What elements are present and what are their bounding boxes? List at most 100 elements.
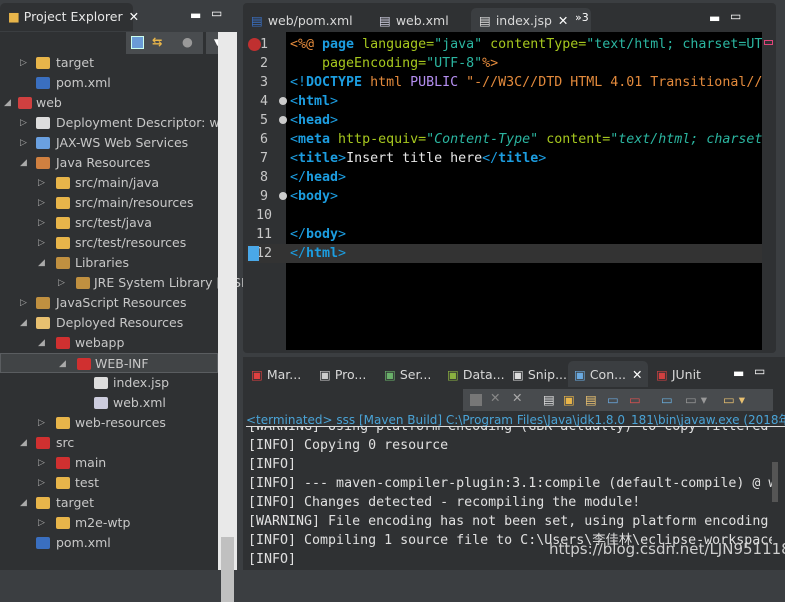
collapsed-arrow-icon[interactable]: ▷ bbox=[38, 173, 45, 193]
tree-item[interactable]: pom.xml bbox=[0, 73, 218, 93]
code-line[interactable]: 9 <body> bbox=[246, 187, 762, 206]
tree-item[interactable]: ◢ web bbox=[0, 93, 218, 113]
tree-item[interactable]: ◢ Libraries bbox=[0, 253, 218, 273]
fold-toggle-icon[interactable] bbox=[279, 192, 287, 200]
tree-item[interactable]: ◢ src bbox=[0, 433, 218, 453]
collapsed-arrow-icon[interactable]: ▷ bbox=[38, 473, 45, 493]
tree-item[interactable]: ◢ webapp bbox=[0, 333, 218, 353]
console-minimize-button[interactable]: ▬ bbox=[733, 366, 744, 380]
tree-item[interactable]: ◢ target bbox=[0, 493, 218, 513]
code-line[interactable]: 12 </html> bbox=[246, 244, 762, 263]
code-line[interactable]: 4 <html> bbox=[246, 92, 762, 111]
code-line[interactable]: 5 <head> bbox=[246, 111, 762, 130]
tree-item[interactable]: ◢ Deployed Resources bbox=[0, 313, 218, 333]
collapse-all-icon[interactable] bbox=[131, 36, 144, 49]
expanded-arrow-icon[interactable]: ◢ bbox=[4, 93, 11, 113]
fold-toggle-icon[interactable] bbox=[279, 116, 287, 124]
collapsed-arrow-icon[interactable]: ▷ bbox=[38, 513, 45, 533]
editor-tab[interactable]: ▤ web/pom.xml bbox=[243, 8, 367, 34]
tree-item[interactable]: ▷ test bbox=[0, 473, 218, 493]
tree-item[interactable]: ▷ src/main/resources bbox=[0, 193, 218, 213]
collapsed-arrow-icon[interactable]: ▷ bbox=[20, 293, 27, 313]
tree-item[interactable]: ◢ WEB-INF bbox=[0, 353, 218, 373]
code-line[interactable]: 11 </body> bbox=[246, 225, 762, 244]
tree-item[interactable]: ▷ m2e-wtp bbox=[0, 513, 218, 533]
console-tab[interactable]: ▣ Data... bbox=[441, 361, 505, 387]
console-tab[interactable]: ▣ Pro... bbox=[313, 361, 376, 387]
show-on-stdout-icon[interactable]: ▭ bbox=[607, 392, 619, 407]
collapsed-arrow-icon[interactable]: ▷ bbox=[38, 193, 45, 213]
tab-project-explorer[interactable]: ■ Project Explorer ✕ bbox=[0, 3, 139, 31]
collapsed-arrow-icon[interactable]: ▷ bbox=[38, 413, 45, 433]
collapsed-arrow-icon[interactable]: ▷ bbox=[20, 113, 27, 133]
collapsed-arrow-icon[interactable]: ▷ bbox=[58, 273, 65, 293]
editor-maximize-button[interactable]: ▭ bbox=[730, 9, 741, 23]
expanded-arrow-icon[interactable]: ◢ bbox=[20, 153, 27, 173]
collapsed-arrow-icon[interactable]: ▷ bbox=[38, 213, 45, 233]
error-icon[interactable] bbox=[248, 38, 261, 51]
word-wrap-icon[interactable]: ▤ bbox=[585, 392, 597, 407]
tree-item[interactable]: ▷ target bbox=[0, 53, 218, 73]
terminate-icon[interactable] bbox=[470, 394, 482, 406]
clear-console-icon[interactable]: ▤ bbox=[543, 392, 555, 407]
collapsed-arrow-icon[interactable]: ▷ bbox=[38, 453, 45, 473]
code-editor[interactable]: 1 <%@ page language="java" contentType="t… bbox=[246, 32, 762, 350]
tree-item[interactable]: ▷ Deployment Descriptor: web bbox=[0, 113, 235, 133]
show-on-stderr-icon[interactable]: ▭ bbox=[629, 392, 641, 407]
minimize-button[interactable]: ▬ bbox=[190, 8, 201, 22]
code-line[interactable]: 7 <title>Insert title here</title> bbox=[246, 149, 762, 168]
console-scrollbar[interactable] bbox=[772, 462, 778, 502]
code-line[interactable]: 8 </head> bbox=[246, 168, 762, 187]
tree-item[interactable]: ◢ Java Resources bbox=[0, 153, 218, 173]
tree-item[interactable]: web.xml bbox=[0, 393, 218, 413]
editor-tab[interactable]: ▤ web.xml bbox=[371, 8, 467, 34]
fold-toggle-icon[interactable] bbox=[279, 97, 287, 105]
tree-item[interactable]: ▷ main bbox=[0, 453, 218, 473]
expanded-arrow-icon[interactable]: ◢ bbox=[38, 333, 45, 353]
console-maximize-button[interactable]: ▭ bbox=[754, 364, 765, 378]
tree-item[interactable]: ▷ src/main/java bbox=[0, 173, 218, 193]
link-with-editor-icon[interactable]: ⇆ bbox=[152, 34, 162, 49]
code-line[interactable]: 10 bbox=[246, 206, 762, 225]
code-line[interactable]: 3 <!DOCTYPE html PUBLIC "-//W3C//DTD HTML… bbox=[246, 73, 762, 92]
code-line[interactable]: 6 <meta http-equiv="Content-Type" content… bbox=[246, 130, 762, 149]
expanded-arrow-icon[interactable]: ◢ bbox=[20, 433, 27, 453]
expanded-arrow-icon[interactable]: ◢ bbox=[38, 253, 45, 273]
filters-icon[interactable]: ● bbox=[182, 34, 193, 49]
collapsed-arrow-icon[interactable]: ▷ bbox=[38, 233, 45, 253]
close-icon[interactable]: ✕ bbox=[632, 367, 642, 382]
tree-item[interactable]: ▷ JavaScript Resources bbox=[0, 293, 218, 313]
explorer-scrollbar[interactable] bbox=[218, 32, 237, 602]
tree-item[interactable]: ▷ JAX-WS Web Services bbox=[0, 133, 218, 153]
remove-all-icon[interactable]: ✕ bbox=[512, 390, 522, 405]
code-line[interactable]: 1 <%@ page language="java" contentType="t… bbox=[246, 35, 762, 54]
error-marker[interactable] bbox=[764, 40, 773, 45]
editor-minimize-button[interactable]: ▬ bbox=[709, 11, 720, 25]
remove-launch-icon[interactable]: ✕ bbox=[490, 390, 500, 405]
tree-item[interactable]: ▷ web-resources bbox=[0, 413, 218, 433]
tree-item[interactable]: ▷ src/test/resources bbox=[0, 233, 218, 253]
tree-item[interactable]: index.jsp bbox=[0, 373, 218, 393]
code-line[interactable]: 2 pageEncoding="UTF-8"%> bbox=[246, 54, 762, 73]
console-tab[interactable]: ▣ JUnit bbox=[650, 361, 702, 387]
console-tab[interactable]: ▣ Snip... bbox=[506, 361, 567, 387]
close-icon[interactable]: ✕ bbox=[558, 13, 568, 28]
tree-item[interactable]: ▷ src/test/java bbox=[0, 213, 218, 233]
tree-item[interactable]: ▷ JRE System Library [J2SE-1.5] bbox=[0, 273, 278, 293]
expanded-arrow-icon[interactable]: ◢ bbox=[59, 354, 66, 374]
tree-item[interactable]: pom.xml bbox=[0, 533, 218, 553]
console-tab[interactable]: ▣ Mar... bbox=[245, 361, 311, 387]
expanded-arrow-icon[interactable]: ◢ bbox=[20, 493, 27, 513]
maximize-button[interactable]: ▭ bbox=[211, 6, 222, 20]
expanded-arrow-icon[interactable]: ◢ bbox=[20, 313, 27, 333]
collapsed-arrow-icon[interactable]: ▷ bbox=[20, 53, 27, 73]
more-tabs-button[interactable]: »3 bbox=[575, 11, 589, 24]
display-console-icon[interactable]: ▭ ▾ bbox=[685, 392, 707, 407]
scroll-lock-icon[interactable]: ▣ bbox=[563, 392, 575, 407]
collapsed-arrow-icon[interactable]: ▷ bbox=[20, 133, 27, 153]
open-console-icon[interactable]: ▭ ▾ bbox=[723, 392, 745, 407]
pin-console-icon[interactable]: ▭ bbox=[661, 392, 673, 407]
console-tab[interactable]: ▣ Con... ✕ bbox=[568, 361, 648, 387]
console-tab[interactable]: ▣ Ser... bbox=[378, 361, 439, 387]
close-icon[interactable]: ✕ bbox=[129, 9, 139, 24]
